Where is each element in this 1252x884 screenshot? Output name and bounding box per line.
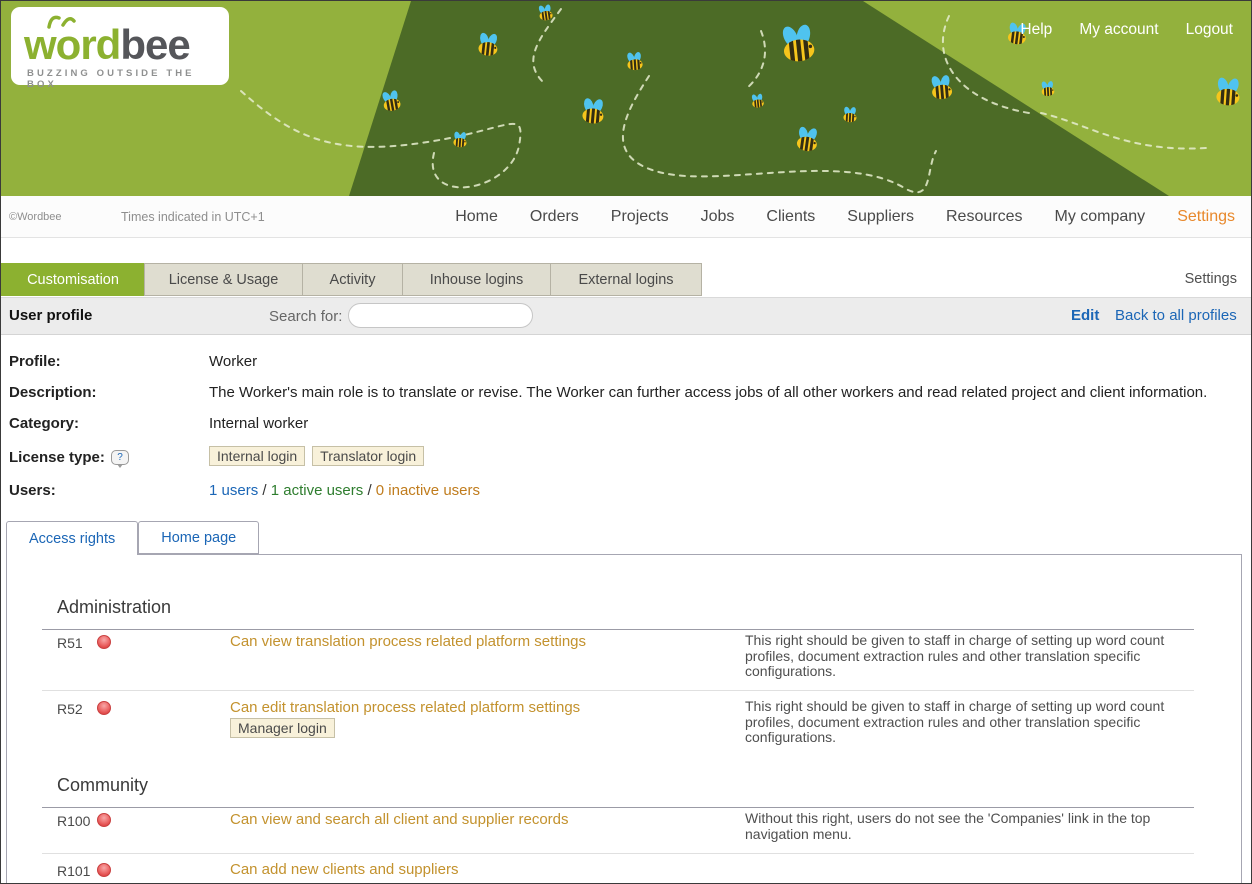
profile-label: Profile:: [9, 353, 61, 370]
help-link[interactable]: Help: [1020, 21, 1052, 39]
logout-link[interactable]: Logout: [1186, 21, 1233, 39]
search-input[interactable]: [348, 303, 533, 328]
right-link[interactable]: Can edit translation process related pla…: [230, 699, 735, 716]
nav-clients[interactable]: Clients: [766, 208, 815, 226]
description-label: Description:: [9, 384, 97, 401]
edit-link[interactable]: Edit: [1071, 307, 1099, 324]
divider: [42, 629, 1194, 630]
description-value: The Worker's main role is to translate o…: [209, 384, 1207, 401]
tab-inhouse-logins[interactable]: Inhouse logins: [402, 263, 551, 296]
my-account-link[interactable]: My account: [1079, 21, 1158, 39]
section-title-administration: Administration: [57, 597, 171, 618]
help-tooltip-icon[interactable]: ?: [111, 450, 129, 465]
logo-antennae-icon: [45, 11, 79, 29]
nav-orders[interactable]: Orders: [530, 208, 579, 226]
right-description: Without this right, users do not see the…: [745, 811, 1200, 842]
right-description: This right should be given to staff in c…: [745, 633, 1200, 680]
license-badge-translator: Translator login: [312, 446, 424, 466]
active-users-link[interactable]: 1 active users: [271, 482, 364, 499]
license-badges: Internal login Translator login: [209, 446, 431, 466]
tab-activity[interactable]: Activity: [302, 263, 403, 296]
separator: /: [367, 482, 371, 499]
access-denied-icon: [97, 863, 111, 877]
divider: [42, 807, 1194, 808]
top-navigation: ©Wordbee Times indicated in UTC+1 Home O…: [1, 196, 1252, 238]
category-value: Internal worker: [209, 415, 308, 432]
nav-suppliers[interactable]: Suppliers: [847, 208, 914, 226]
nav-resources[interactable]: Resources: [946, 208, 1022, 226]
banner-links: Help My account Logout: [1020, 21, 1233, 39]
right-code: R52: [57, 701, 83, 717]
tab-license-usage[interactable]: License & Usage: [144, 263, 303, 296]
access-denied-icon: [97, 813, 111, 827]
nav-home[interactable]: Home: [455, 208, 498, 226]
access-denied-icon: [97, 635, 111, 649]
right-badge: Manager login: [230, 718, 342, 738]
nav-projects[interactable]: Projects: [611, 208, 669, 226]
search-label: Search for:: [269, 308, 342, 325]
inactive-users-link[interactable]: 0 inactive users: [376, 482, 480, 499]
main-menu: Home Orders Projects Jobs Clients Suppli…: [455, 196, 1235, 238]
profile-value: Worker: [209, 353, 257, 370]
back-to-all-profiles-link[interactable]: Back to all profiles: [1115, 307, 1237, 324]
right-link[interactable]: Can view translation process related pla…: [230, 633, 735, 650]
license-type-label: License type:: [9, 449, 105, 466]
right-link[interactable]: Can add new clients and suppliers: [230, 861, 735, 878]
copyright-label: ©Wordbee: [9, 211, 62, 223]
nav-jobs[interactable]: Jobs: [701, 208, 735, 226]
right-description: This right should be given to staff in c…: [745, 699, 1200, 746]
right-code: R51: [57, 635, 83, 651]
right-link[interactable]: Can view and search all client and suppl…: [230, 811, 735, 828]
access-rights-panel: Administration R51 Can view translation …: [6, 554, 1242, 884]
divider: [42, 690, 1194, 691]
tab-access-rights[interactable]: Access rights: [6, 521, 138, 555]
access-denied-icon: [97, 701, 111, 715]
users-count-link[interactable]: 1 users: [209, 482, 258, 499]
wordbee-logo[interactable]: wordbee BUZZING OUTSIDE THE BOX: [11, 7, 229, 85]
right-code: R101: [57, 863, 90, 879]
users-label: Users:: [9, 482, 56, 499]
breadcrumb-settings: Settings: [1185, 271, 1237, 287]
manager-login-badge: Manager login: [230, 718, 335, 738]
wordbee-settings-page: wordbee BUZZING OUTSIDE THE BOX Help My …: [0, 0, 1252, 884]
page-title: User profile: [9, 307, 92, 324]
users-links: 1 users / 1 active users / 0 inactive us…: [209, 482, 480, 499]
right-code: R100: [57, 813, 90, 829]
settings-tabs: Customisation License & Usage Activity I…: [1, 263, 702, 296]
tab-home-page[interactable]: Home page: [138, 521, 259, 554]
logo-tagline: BUZZING OUTSIDE THE BOX: [27, 68, 229, 90]
separator: /: [262, 482, 266, 499]
license-badge-internal: Internal login: [209, 446, 305, 466]
tab-external-logins[interactable]: External logins: [550, 263, 702, 296]
profile-header-bar: User profile Search for: Edit Back to al…: [1, 297, 1252, 335]
tab-customisation[interactable]: Customisation: [1, 263, 145, 296]
section-title-community: Community: [57, 775, 148, 796]
nav-my-company[interactable]: My company: [1054, 208, 1145, 226]
divider: [42, 853, 1194, 854]
nav-settings[interactable]: Settings: [1177, 208, 1235, 226]
timezone-note: Times indicated in UTC+1: [121, 210, 265, 224]
category-label: Category:: [9, 415, 79, 432]
profile-subtabs: Access rights Home page: [6, 521, 259, 555]
banner: wordbee BUZZING OUTSIDE THE BOX Help My …: [1, 1, 1252, 196]
